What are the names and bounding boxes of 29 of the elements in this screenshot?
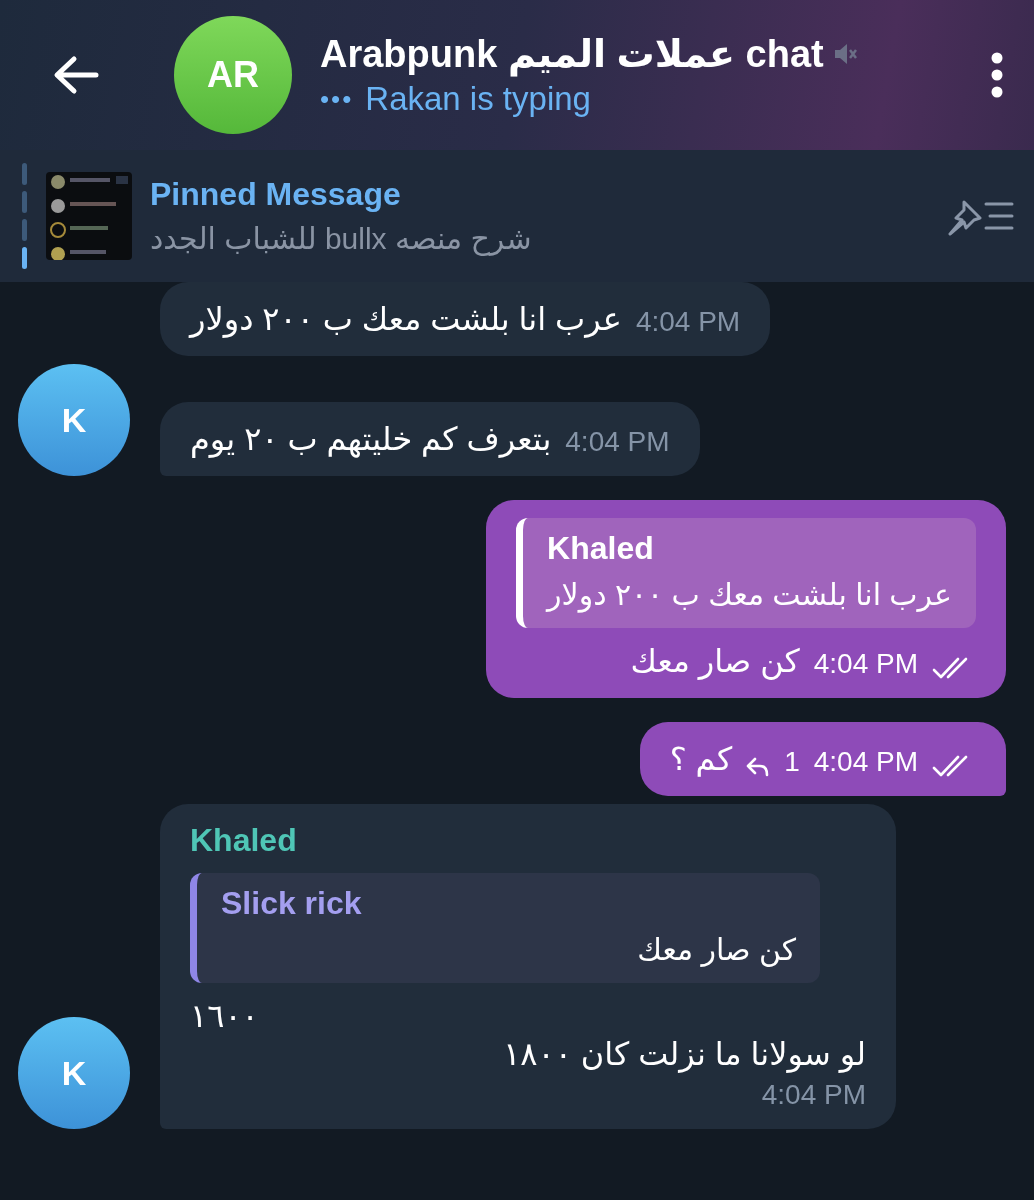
more-options-icon[interactable]: [990, 52, 1004, 98]
message-text: بتعرف كم خليتهم ب ٢٠ يوم: [190, 420, 552, 458]
message-text: لو سولانا ما نزلت كان ١٨٠٠: [502, 1035, 866, 1073]
reply-text: عرب انا بلشت معك ب ٢٠٠ دولار: [547, 577, 952, 612]
message-text: ١٦٠٠: [190, 997, 260, 1035]
message-time: 4:04 PM: [761, 1079, 866, 1111]
chat-title: Arabpunk عملات الميم chat: [320, 32, 824, 76]
sender-name: Khaled: [190, 822, 298, 859]
reply-count[interactable]: 1: [784, 746, 800, 778]
message-time: 4:04 PM: [635, 306, 741, 338]
group-avatar[interactable]: AR: [174, 16, 292, 134]
message-time: 4:04 PM: [565, 426, 670, 458]
back-arrow-icon[interactable]: [52, 55, 100, 95]
message-time: 4:04 PM: [813, 648, 918, 680]
pinned-text: شرح منصه bullx للشباب الجدد: [150, 221, 532, 256]
pin-position-indicator-icon: [22, 163, 28, 269]
reply-author: Slick rick: [221, 885, 363, 922]
reply-text: كن صار معك: [636, 932, 796, 967]
message-text: عرب انا بلشت معك ب ٢٠٠ دولار: [190, 300, 622, 338]
reply-author: Khaled: [547, 530, 655, 567]
typing-indicator: •••: [320, 83, 354, 115]
message-time: 4:04 PM: [813, 746, 918, 778]
message-text: كن صار معك: [630, 642, 800, 680]
pinned-title: Pinned Message: [150, 176, 401, 213]
message-text: كم ؟: [669, 740, 733, 778]
reply-arrow-icon: [746, 756, 771, 778]
user-avatar[interactable]: K: [18, 1017, 130, 1129]
typing-status: Rakan is typing: [365, 80, 591, 118]
user-avatar[interactable]: K: [18, 364, 130, 476]
